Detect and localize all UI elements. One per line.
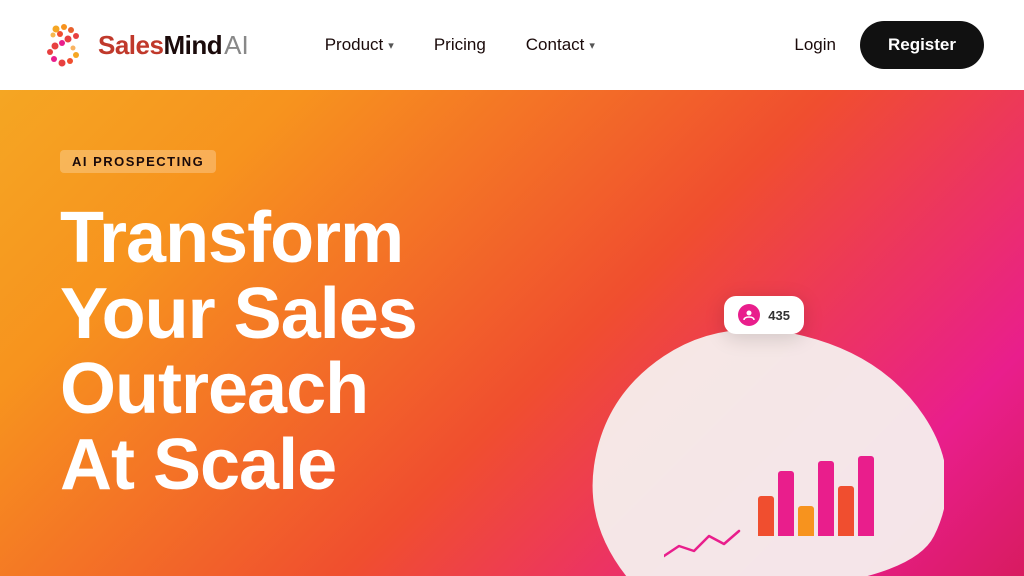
chevron-down-icon: ▾ [589,39,595,52]
bar-chart-bar [818,461,834,536]
logo-ai-label: AI [224,30,249,60]
nav-pricing-label: Pricing [434,35,486,55]
blob-shape [584,316,944,576]
metric-card-435: 435 [724,296,804,334]
user-icon [738,304,760,326]
logo[interactable]: SalesMindAI [40,21,249,69]
bar-chart-bar [838,486,854,536]
hero-section: AI PROSPECTING Transform Your Sales Outr… [0,90,1024,576]
hero-tag: AI PROSPECTING [60,150,216,173]
nav-item-pricing[interactable]: Pricing [418,27,502,63]
metric-value: 435 [768,308,790,323]
nav-item-product[interactable]: Product ▾ [309,27,410,63]
register-button[interactable]: Register [860,21,984,69]
bar-chart-bar [758,496,774,536]
bar-chart-bar [858,456,874,536]
bar-chart [758,456,874,536]
nav-contact-label: Contact [526,35,585,55]
hero-illustration: 435 [544,276,964,576]
navbar: SalesMindAI Product ▾ Pricing Contact ▾ … [0,0,1024,90]
hero-headline: Transform Your Sales Outreach At Scale [60,201,540,503]
logo-brand-name: SalesMind [98,30,222,60]
nav-links: Product ▾ Pricing Contact ▾ [309,27,779,63]
chevron-down-icon: ▾ [388,39,394,52]
bar-chart-bar [778,471,794,536]
nav-item-contact[interactable]: Contact ▾ [510,27,611,63]
login-button[interactable]: Login [778,27,852,63]
bar-chart-bar [798,506,814,536]
salesmind-logo-icon [40,21,88,69]
nav-product-label: Product [325,35,384,55]
line-chart [664,526,744,566]
logo-wordmark: SalesMindAI [98,30,249,61]
